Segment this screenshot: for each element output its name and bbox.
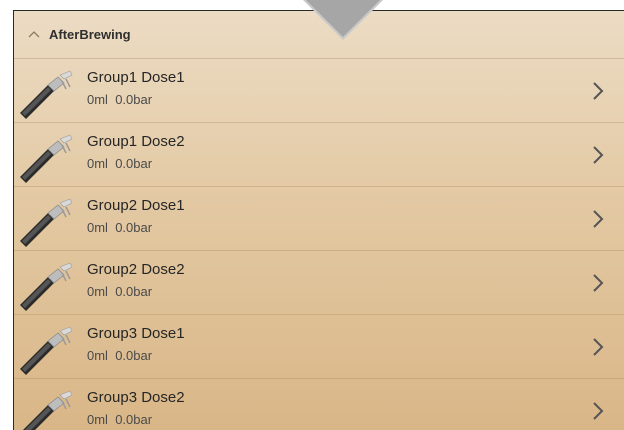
item-values: 0ml 0.0bar	[87, 412, 152, 427]
item-name: Group3 Dose2	[87, 389, 185, 406]
item-name: Group3 Dose1	[87, 325, 185, 342]
dose-list: Group1 Dose1 0ml 0.0bar Group1 Dose2 0ml…	[14, 59, 624, 430]
item-name: Group2 Dose2	[87, 261, 185, 278]
list-item[interactable]: Group1 Dose1 0ml 0.0bar	[14, 59, 624, 123]
item-name: Group1 Dose2	[87, 133, 185, 150]
item-values: 0ml 0.0bar	[87, 220, 152, 235]
item-name: Group2 Dose1	[87, 197, 185, 214]
portafilter-icon	[20, 134, 73, 183]
chevron-up-icon[interactable]	[28, 29, 40, 41]
item-pressure: 0.0bar	[115, 348, 153, 363]
chevron-right-icon[interactable]	[591, 143, 605, 167]
item-name: Group1 Dose1	[87, 69, 185, 86]
chevron-right-icon[interactable]	[591, 79, 605, 103]
portafilter-icon	[20, 70, 73, 119]
item-volume: 0ml	[87, 92, 108, 107]
item-values: 0ml 0.0bar	[87, 284, 152, 299]
item-values: 0ml 0.0bar	[87, 348, 152, 363]
pointer-arrow-fill	[306, 0, 380, 37]
item-volume: 0ml	[87, 348, 108, 363]
portafilter-icon	[20, 326, 73, 375]
screen: AfterBrewing Group1 Dose1 0ml 0.0bar Gro…	[0, 0, 624, 430]
item-pressure: 0.0bar	[115, 156, 153, 171]
item-volume: 0ml	[87, 412, 108, 427]
item-volume: 0ml	[87, 156, 108, 171]
item-values: 0ml 0.0bar	[87, 156, 152, 171]
portafilter-icon	[20, 262, 73, 311]
portafilter-icon	[23, 390, 73, 430]
item-volume: 0ml	[87, 284, 108, 299]
item-pressure: 0.0bar	[115, 284, 153, 299]
list-item[interactable]: Group3 Dose2 0ml 0.0bar	[14, 379, 624, 430]
item-pressure: 0.0bar	[115, 412, 153, 427]
list-item[interactable]: Group2 Dose2 0ml 0.0bar	[14, 251, 624, 315]
list-item[interactable]: Group3 Dose1 0ml 0.0bar	[14, 315, 624, 379]
list-item[interactable]: Group2 Dose1 0ml 0.0bar	[14, 187, 624, 251]
chevron-right-icon[interactable]	[591, 207, 605, 231]
section-title: AfterBrewing	[49, 27, 131, 42]
portafilter-icon	[20, 198, 73, 247]
chevron-right-icon[interactable]	[591, 271, 605, 295]
item-values: 0ml 0.0bar	[87, 92, 152, 107]
list-item[interactable]: Group1 Dose2 0ml 0.0bar	[14, 123, 624, 187]
list-panel: AfterBrewing Group1 Dose1 0ml 0.0bar Gro…	[13, 10, 624, 430]
item-pressure: 0.0bar	[115, 220, 153, 235]
chevron-right-icon[interactable]	[591, 399, 605, 423]
chevron-right-icon[interactable]	[591, 335, 605, 359]
item-pressure: 0.0bar	[115, 92, 153, 107]
item-volume: 0ml	[87, 220, 108, 235]
